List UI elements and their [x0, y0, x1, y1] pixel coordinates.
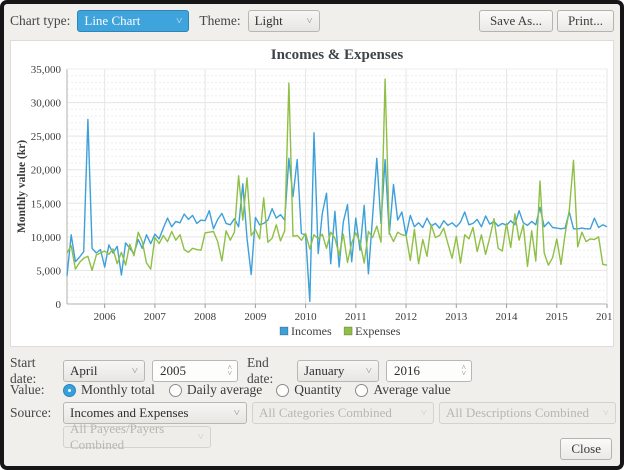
svg-text:Expenses: Expenses — [355, 324, 401, 338]
svg-text:2011: 2011 — [345, 311, 367, 323]
svg-text:2007: 2007 — [144, 311, 167, 323]
report-dialog: Chart type: Line Chart ˅ Theme: Light ˅ … — [0, 0, 624, 470]
radio-icon — [169, 384, 182, 397]
radio-quantity[interactable]: Quantity — [276, 382, 341, 398]
payees-row: All Payees/Payers Combined ˅ — [10, 426, 211, 448]
svg-text:2008: 2008 — [194, 311, 217, 323]
start-year-spinner[interactable]: 2005 ˄˅ — [152, 360, 238, 382]
radio-icon — [355, 384, 368, 397]
source-label: Source: — [10, 405, 63, 421]
chevron-down-icon: ˅ — [132, 366, 138, 377]
radio-daily-average[interactable]: Daily average — [169, 382, 262, 398]
print-button[interactable]: Print... — [557, 10, 614, 32]
svg-text:Incomes & Expenses: Incomes & Expenses — [271, 47, 404, 63]
start-month-select[interactable]: April ˅ — [63, 360, 145, 382]
value-row: Value: Monthly total Daily average Quant… — [10, 382, 465, 398]
close-button[interactable]: Close — [560, 438, 612, 460]
radio-icon — [63, 384, 76, 397]
svg-text:20,000: 20,000 — [31, 165, 62, 177]
svg-text:5,000: 5,000 — [36, 265, 61, 277]
line-chart: 2006 2007 2008 2009 2010 2011 2012 2013 2014 2015… — [11, 41, 613, 346]
save-as-button[interactable]: Save As... — [479, 10, 553, 32]
svg-text:Monthly value (kr): Monthly value (kr) — [16, 140, 28, 233]
svg-text:25,000: 25,000 — [31, 131, 62, 143]
descriptions-select: All Descriptions Combined ˅ — [439, 402, 616, 424]
svg-text:30,000: 30,000 — [31, 98, 62, 110]
chevron-down-icon: ˅ — [366, 366, 372, 377]
chart-type-value: Line Chart — [84, 13, 140, 29]
spinner-arrows-icon[interactable]: ˄˅ — [227, 365, 232, 377]
svg-text:2015: 2015 — [546, 311, 569, 323]
payees-select: All Payees/Payers Combined ˅ — [63, 426, 211, 448]
theme-label: Theme: — [199, 13, 240, 29]
svg-text:2014: 2014 — [496, 311, 519, 323]
categories-select: All Categories Combined ˅ — [252, 402, 434, 424]
svg-text:35,000: 35,000 — [31, 64, 62, 76]
radio-monthly-total[interactable]: Monthly total — [63, 382, 155, 398]
svg-text:15,000: 15,000 — [31, 198, 62, 210]
svg-text:2012: 2012 — [395, 311, 417, 323]
chart-panel: 2006 2007 2008 2009 2010 2011 2012 2013 2014 2015… — [10, 40, 614, 347]
toolbar: Chart type: Line Chart ˅ Theme: Light ˅ … — [10, 8, 614, 34]
radio-average-value[interactable]: Average value — [355, 382, 450, 398]
chevron-down-icon: ˅ — [306, 16, 312, 27]
svg-text:2013: 2013 — [445, 311, 468, 323]
theme-select[interactable]: Light ˅ — [248, 10, 320, 32]
chevron-down-icon: ˅ — [176, 16, 182, 27]
chevron-down-icon: ˅ — [421, 408, 427, 419]
spinner-arrows-icon[interactable]: ˄˅ — [461, 365, 466, 377]
end-year-spinner[interactable]: 2016 ˄˅ — [386, 360, 472, 382]
svg-text:2009: 2009 — [244, 311, 267, 323]
svg-text:2010: 2010 — [295, 311, 318, 323]
svg-text:0: 0 — [56, 299, 62, 311]
chart-type-select[interactable]: Line Chart ˅ — [77, 10, 189, 32]
svg-text:Incomes: Incomes — [291, 324, 332, 338]
value-label: Value: — [10, 382, 63, 398]
svg-text:2016: 2016 — [596, 311, 613, 323]
theme-value: Light — [255, 13, 283, 29]
chevron-down-icon: ˅ — [234, 408, 240, 419]
radio-icon — [276, 384, 289, 397]
chevron-down-icon: ˅ — [603, 408, 609, 419]
svg-text:2006: 2006 — [94, 311, 117, 323]
end-month-select[interactable]: January ˅ — [297, 360, 379, 382]
chart-type-label: Chart type: — [10, 13, 70, 29]
svg-text:10,000: 10,000 — [31, 232, 62, 244]
chevron-down-icon: ˅ — [198, 432, 204, 443]
